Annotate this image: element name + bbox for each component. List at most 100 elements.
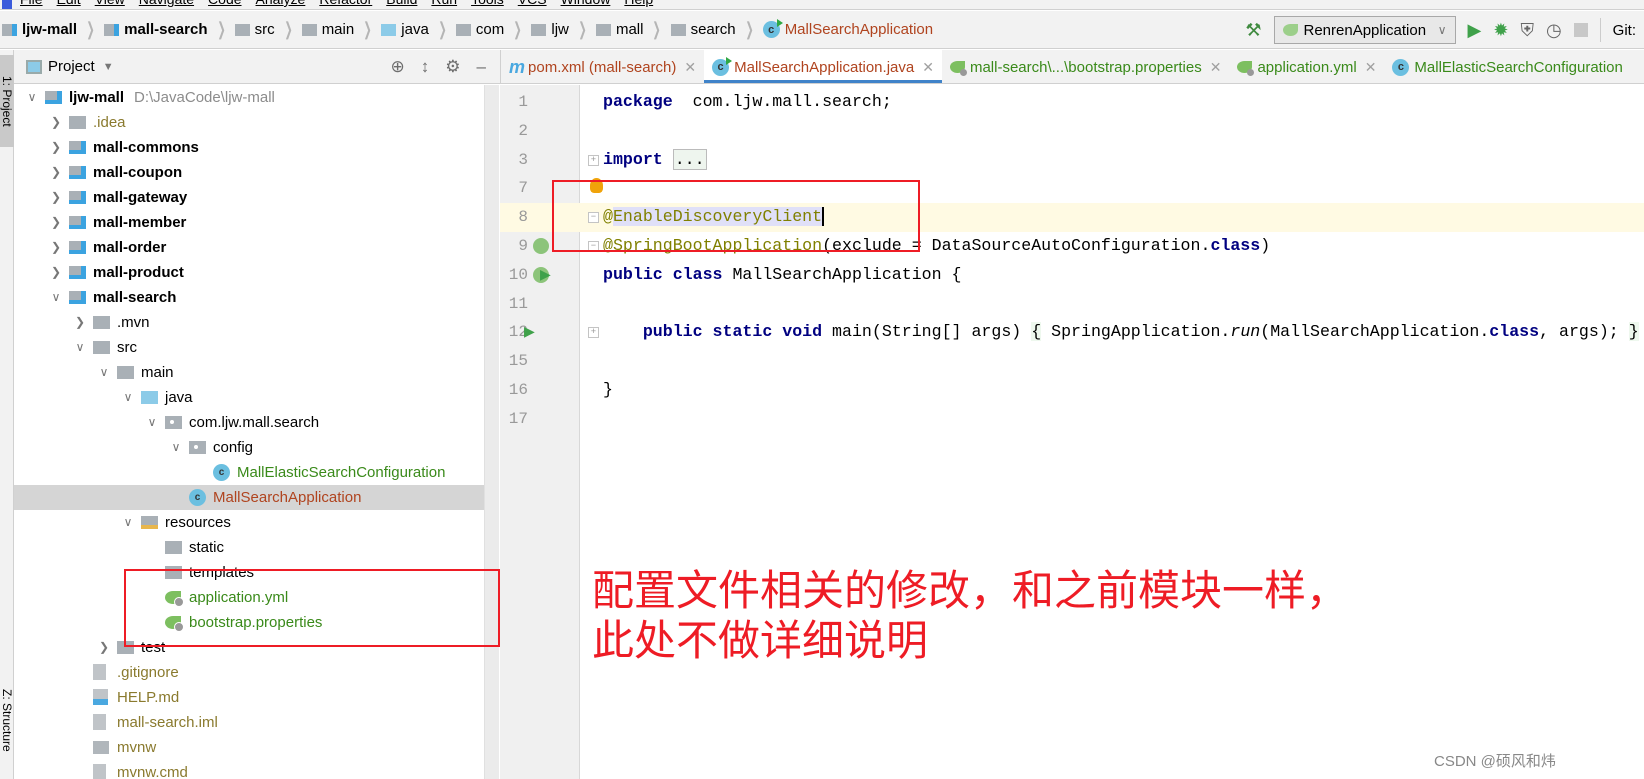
chevron-down-icon[interactable]: ∨ — [73, 335, 87, 360]
menu-navigate[interactable]: Navigate — [139, 0, 194, 7]
breadcrumb-item[interactable]: ljw-mall ❯ — [2, 11, 104, 48]
menu-run[interactable]: Run — [431, 0, 457, 7]
tree-item[interactable]: .gitignore — [14, 660, 484, 685]
menu-help[interactable]: Help — [624, 0, 653, 7]
tree-item[interactable]: mvnw.cmd — [14, 760, 484, 779]
dropdown-arrow-icon[interactable]: ▼ — [103, 61, 114, 73]
tree-item[interactable]: ❯ mall-commons — [14, 135, 484, 160]
project-view-selector[interactable]: Project — [48, 58, 95, 75]
collapse-all-icon[interactable]: ↕ — [421, 57, 430, 77]
file-icon — [93, 764, 106, 779]
breadcrumb-item[interactable]: main ❯ — [301, 11, 382, 48]
tree-item[interactable]: ∨ ljw-mall D:\JavaCode\ljw-mall — [14, 85, 484, 110]
menu-analyze[interactable]: Analyze — [256, 0, 306, 7]
tree-item[interactable]: ❯ mall-order — [14, 235, 484, 260]
editor-tab[interactable]: application.yml ✕ — [1229, 50, 1384, 83]
menu-window[interactable]: Window — [561, 0, 611, 7]
chevron-right-icon[interactable]: ❯ — [49, 110, 63, 135]
run-icon[interactable]: ▶ — [540, 266, 551, 283]
editor-tab[interactable]: m pom.xml (mall-search) ✕ — [501, 50, 704, 83]
structure-tool-tab[interactable]: Z: Structure — [0, 670, 14, 770]
chevron-right-icon[interactable]: ❯ — [49, 210, 63, 235]
tree-item[interactable]: ❯ mall-product — [14, 260, 484, 285]
tree-item[interactable]: ∨ com.ljw.mall.search — [14, 410, 484, 435]
build-hammer-icon[interactable]: ⚒ — [1245, 21, 1261, 39]
spring-bean-icon[interactable] — [533, 238, 549, 254]
tree-item[interactable]: mall-search.iml — [14, 710, 484, 735]
menu-tools[interactable]: Tools — [471, 0, 504, 7]
close-tab-icon[interactable]: ✕ — [684, 59, 696, 76]
editor-tab[interactable]: c MallSearchApplication.java ✕ — [704, 50, 942, 83]
chevron-down-icon[interactable]: ∨ — [121, 385, 135, 410]
menu-vcs[interactable]: VCS — [518, 0, 547, 7]
debug-bug-icon[interactable]: ✹ — [1493, 21, 1508, 39]
run-icon[interactable]: ▶ — [1468, 21, 1482, 39]
tree-item[interactable]: ❯ mall-coupon — [14, 160, 484, 185]
close-tab-icon[interactable]: ✕ — [1365, 59, 1377, 76]
breadcrumb-item[interactable]: src ❯ — [234, 11, 302, 48]
tree-item[interactable]: ∨ config — [14, 435, 484, 460]
fold-expand-icon[interactable]: + — [588, 327, 599, 339]
editor-tab[interactable]: c MallElasticSearchConfiguration — [1384, 50, 1630, 83]
breadcrumb-item[interactable]: search ❯ — [670, 11, 763, 48]
breadcrumb-item[interactable]: com ❯ — [455, 11, 531, 48]
breadcrumb-item[interactable]: java ❯ — [381, 11, 456, 48]
tree-item[interactable]: static — [14, 535, 484, 560]
chevron-right-icon[interactable]: ❯ — [49, 185, 63, 210]
profile-icon[interactable]: ◷ — [1546, 21, 1562, 39]
tree-item-label: src — [117, 335, 137, 360]
chevron-down-icon[interactable]: ∨ — [121, 510, 135, 535]
menu-view[interactable]: View — [95, 0, 125, 7]
gear-icon[interactable]: ⚙ — [445, 57, 460, 77]
tree-item[interactable]: HELP.md — [14, 685, 484, 710]
run-icon[interactable]: ▶ — [524, 323, 535, 340]
chevron-down-icon[interactable]: ∨ — [169, 435, 183, 460]
tree-item[interactable]: ∨ resources — [14, 510, 484, 535]
chevron-right-icon[interactable]: ❯ — [49, 235, 63, 260]
chevron-right-icon[interactable]: ❯ — [49, 135, 63, 160]
breadcrumb-item[interactable]: c MallSearchApplication — [762, 11, 933, 48]
menu-edit[interactable]: Edit — [57, 0, 81, 7]
menu-code[interactable]: Code — [208, 0, 241, 7]
minimize-icon[interactable]: – — [477, 57, 486, 77]
stop-icon[interactable] — [1573, 23, 1588, 37]
chevron-right-icon[interactable]: ❯ — [49, 160, 63, 185]
project-tool-tab[interactable]: 1: Project — [0, 55, 14, 147]
breadcrumb-item[interactable]: ljw ❯ — [531, 11, 596, 48]
tree-item[interactable]: ∨ src — [14, 335, 484, 360]
menu-refactor[interactable]: Refactor — [319, 0, 372, 7]
chevron-down-icon[interactable]: ∨ — [145, 410, 159, 435]
tree-item[interactable]: ❯ mall-gateway — [14, 185, 484, 210]
breadcrumb-item[interactable]: mall-search ❯ — [104, 11, 234, 48]
tree-item-name: .mvn — [117, 314, 150, 331]
chevron-down-icon[interactable]: ∨ — [97, 360, 111, 385]
tree-item[interactable]: ❯ mall-member — [14, 210, 484, 235]
menu-file[interactable]: File — [20, 0, 43, 7]
close-tab-icon[interactable]: ✕ — [922, 59, 934, 76]
close-tab-icon[interactable]: ✕ — [1210, 59, 1222, 76]
menu-build[interactable]: Build — [386, 0, 417, 7]
fold-expand-icon[interactable]: + — [588, 154, 599, 166]
project-tree-scrollbar[interactable] — [484, 85, 499, 779]
tree-item[interactable]: c MallElasticSearchConfiguration — [14, 460, 484, 485]
tree-item[interactable]: c MallSearchApplication — [14, 485, 484, 510]
breadcrumb-separator-icon: ❯ — [578, 19, 587, 39]
chevron-down-icon[interactable]: ∨ — [49, 285, 63, 310]
tree-item-name: mvnw — [117, 739, 157, 756]
chevron-down-icon[interactable]: ∨ — [25, 85, 39, 110]
editor-tab[interactable]: mall-search\...\bootstrap.properties ✕ — [942, 50, 1230, 83]
chevron-right-icon[interactable]: ❯ — [73, 310, 87, 335]
breadcrumb-item[interactable]: mall ❯ — [595, 11, 671, 48]
git-label[interactable]: Git: — [1613, 22, 1636, 39]
locate-crosshair-icon[interactable]: ⊕ — [391, 57, 405, 77]
chevron-right-icon[interactable]: ❯ — [49, 260, 63, 285]
tree-item[interactable]: ❯ .mvn — [14, 310, 484, 335]
run-with-coverage-icon[interactable]: ⛨ — [1520, 21, 1534, 39]
run-configuration-select[interactable]: RenrenApplication ∨ — [1273, 16, 1456, 44]
tree-item[interactable]: ∨ main — [14, 360, 484, 385]
tree-item[interactable]: mvnw — [14, 735, 484, 760]
tree-item[interactable]: ❯ .idea — [14, 110, 484, 135]
tree-item[interactable]: ∨ java — [14, 385, 484, 410]
tree-item[interactable]: ∨ mall-search — [14, 285, 484, 310]
chevron-right-icon[interactable]: ❯ — [97, 635, 111, 660]
